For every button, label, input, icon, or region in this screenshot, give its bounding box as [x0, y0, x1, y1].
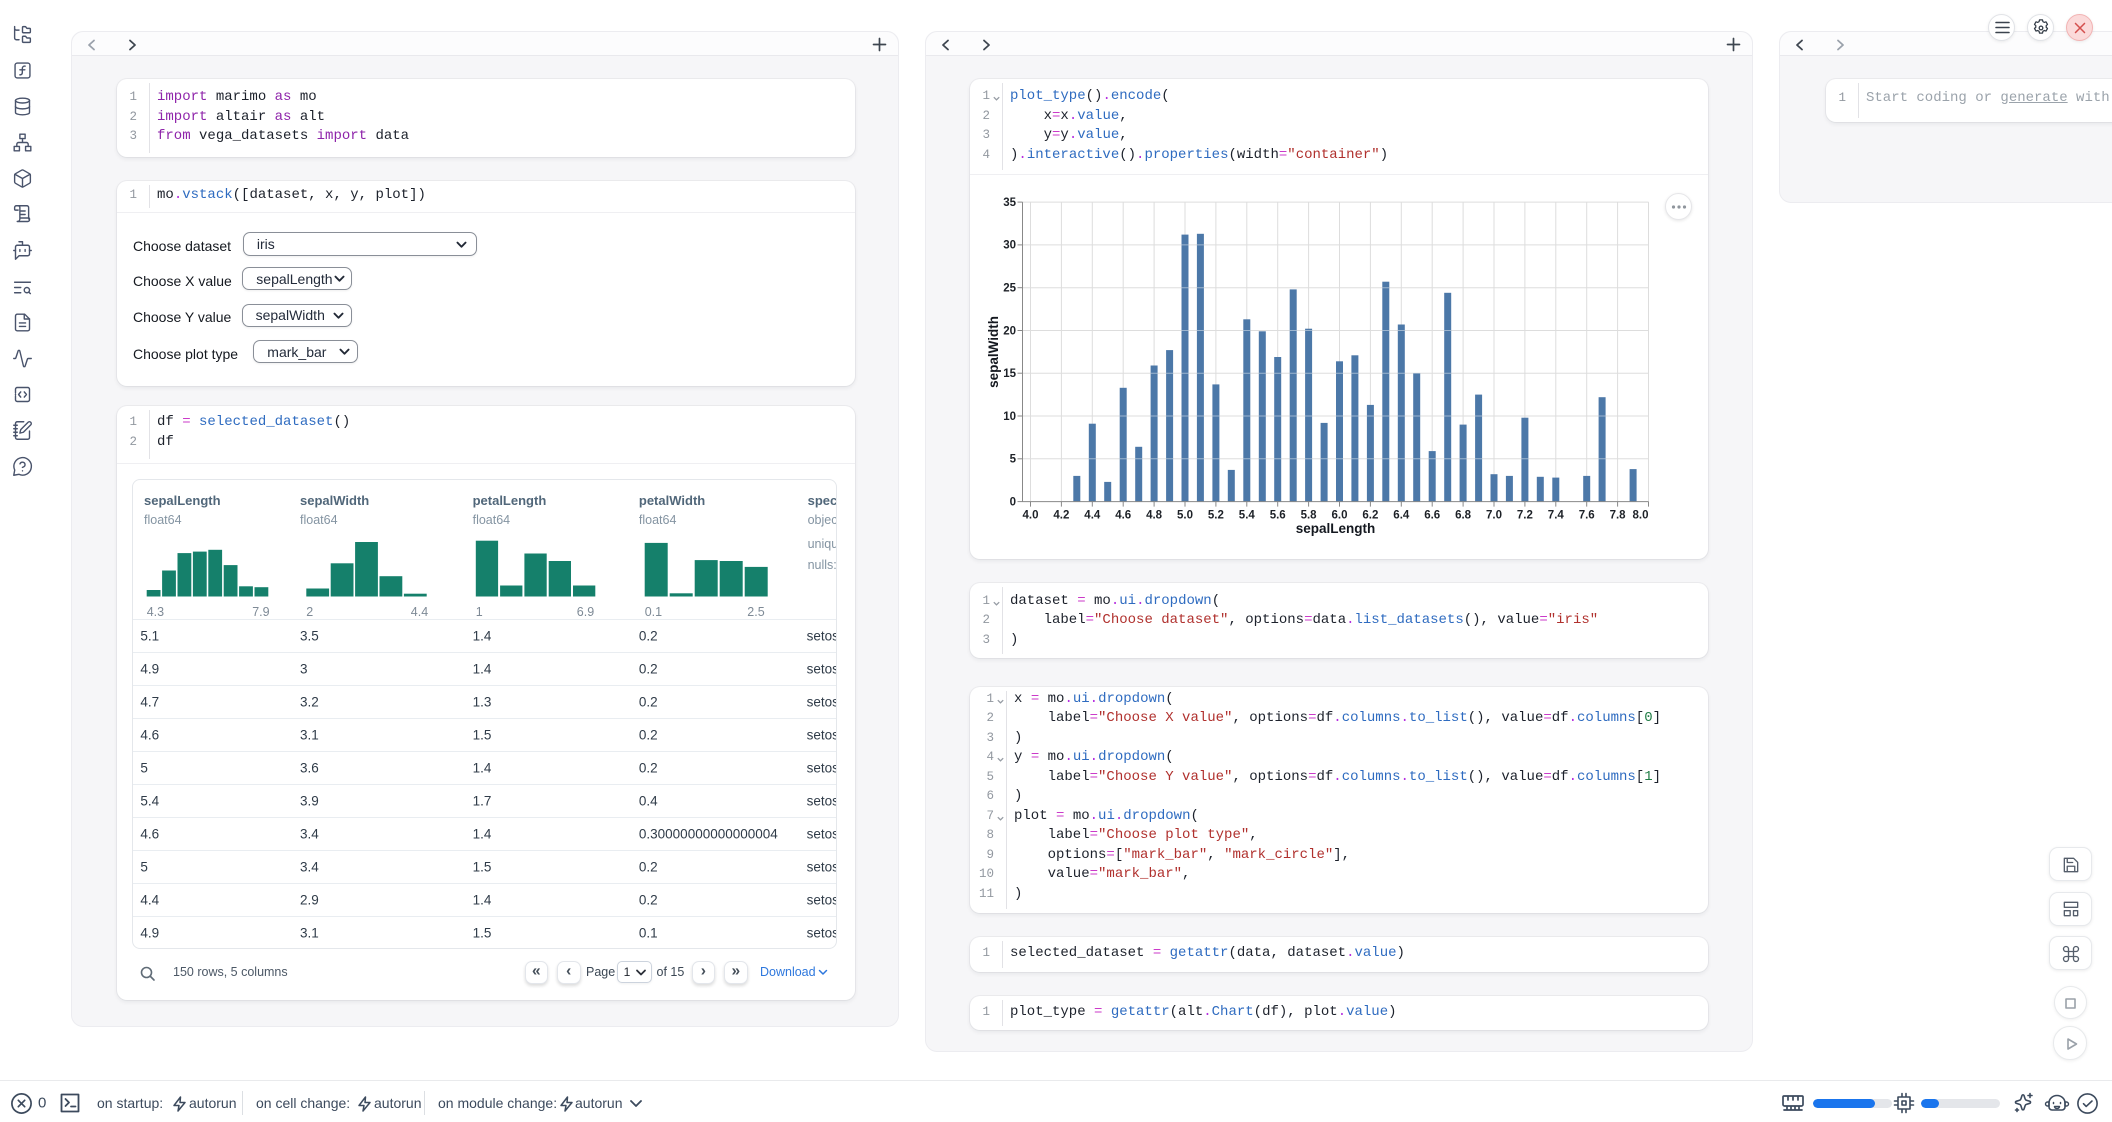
svg-text:6.8: 6.8 [1455, 510, 1472, 522]
svg-text:5.2: 5.2 [1208, 510, 1224, 522]
svg-text:6.6: 6.6 [1424, 510, 1440, 522]
svg-text:5: 5 [1010, 454, 1017, 466]
svg-text:4.8: 4.8 [1146, 510, 1163, 522]
svg-text:7.4: 7.4 [1548, 510, 1565, 522]
svg-text:5.4: 5.4 [1239, 510, 1256, 522]
svg-text:7.0: 7.0 [1486, 510, 1502, 522]
svg-text:10: 10 [1003, 411, 1016, 423]
svg-text:4.6: 4.6 [1115, 510, 1131, 522]
svg-text:35: 35 [1003, 197, 1016, 209]
svg-text:6.4: 6.4 [1393, 510, 1410, 522]
svg-text:5.6: 5.6 [1270, 510, 1286, 522]
svg-text:sepalWidth: sepalWidth [986, 316, 1001, 388]
svg-text:7.8: 7.8 [1610, 510, 1627, 522]
svg-text:30: 30 [1003, 240, 1016, 252]
svg-text:8.0: 8.0 [1633, 510, 1649, 522]
svg-text:sepalLength: sepalLength [1296, 521, 1376, 536]
svg-text:6.2: 6.2 [1362, 510, 1378, 522]
svg-text:5.0: 5.0 [1177, 510, 1193, 522]
svg-text:7.6: 7.6 [1579, 510, 1595, 522]
svg-text:4.4: 4.4 [1084, 510, 1101, 522]
svg-text:4.2: 4.2 [1053, 510, 1069, 522]
svg-text:25: 25 [1003, 283, 1016, 295]
svg-text:4.0: 4.0 [1023, 510, 1039, 522]
svg-text:6.0: 6.0 [1332, 510, 1348, 522]
svg-text:15: 15 [1003, 368, 1016, 380]
svg-text:20: 20 [1003, 325, 1016, 337]
svg-text:7.2: 7.2 [1517, 510, 1533, 522]
svg-text:5.8: 5.8 [1301, 510, 1318, 522]
svg-text:0: 0 [1010, 496, 1016, 508]
